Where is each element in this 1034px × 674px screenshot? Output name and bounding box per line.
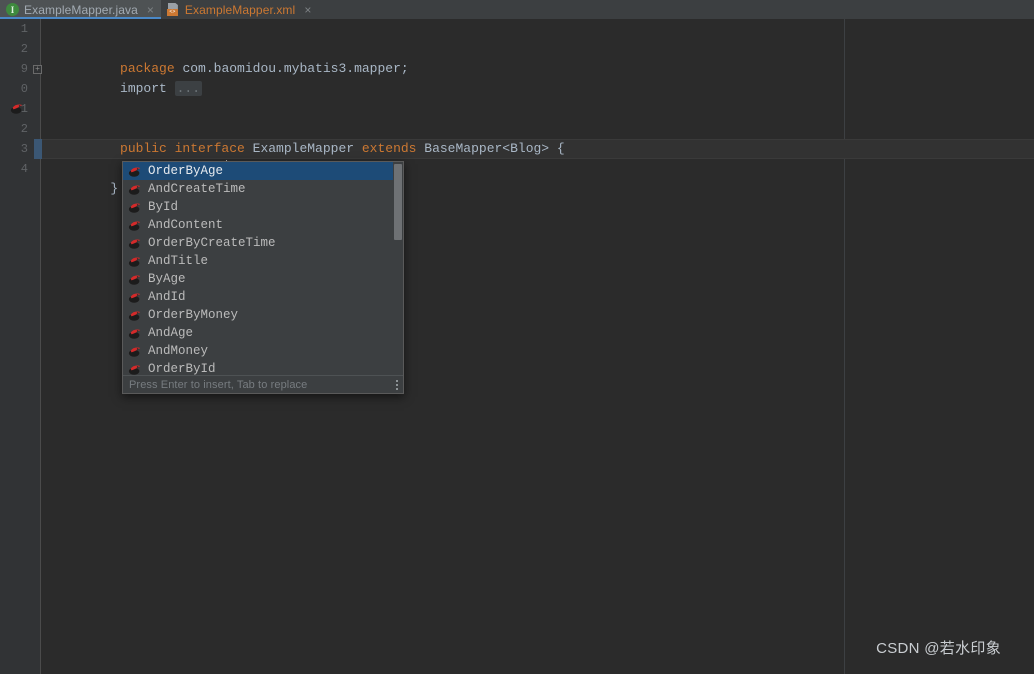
completion-item[interactable]: OrderByCreateTime xyxy=(123,234,395,252)
completion-item[interactable]: ById xyxy=(123,198,395,216)
changed-line-marker xyxy=(34,139,42,159)
completion-item-label: ById xyxy=(148,200,178,214)
mybatis-bird-icon xyxy=(128,345,142,358)
code-line: public interface ExampleMapper extends B… xyxy=(42,99,1034,119)
line-number: 2 xyxy=(0,39,28,59)
close-icon[interactable]: × xyxy=(147,4,154,16)
completion-item[interactable]: AndTitle xyxy=(123,252,395,270)
code-line: import ... xyxy=(42,39,1034,59)
tab-example-mapper-xml[interactable]: <> ExampleMapper.xml × xyxy=(161,0,318,19)
mybatis-bird-icon xyxy=(128,309,142,322)
completion-item-label: AndContent xyxy=(148,218,223,232)
line-number: 3 xyxy=(0,139,28,159)
completion-hint-text: Press Enter to insert, Tab to replace xyxy=(129,379,307,391)
mybatis-bird-icon xyxy=(128,291,142,304)
xml-file-icon: <> xyxy=(167,3,180,16)
java-interface-icon: I xyxy=(6,3,19,16)
code-line xyxy=(42,119,1034,139)
completion-item-label: AndMoney xyxy=(148,344,208,358)
mybatis-bird-icon xyxy=(128,219,142,232)
mybatis-bird-icon xyxy=(128,183,142,196)
completion-item-label: AndTitle xyxy=(148,254,208,268)
completion-item[interactable]: AndCreateTime xyxy=(123,180,395,198)
mybatis-bird-icon xyxy=(128,327,142,340)
tab-label: ExampleMapper.xml xyxy=(185,3,295,17)
ide-window: I ExampleMapper.java × <> ExampleMapper.… xyxy=(0,0,1034,674)
xml-badge-label: <> xyxy=(167,9,178,16)
completion-item[interactable]: AndMoney xyxy=(123,342,395,360)
completion-item[interactable]: OrderByAge xyxy=(123,162,395,180)
completion-item-label: AndAge xyxy=(148,326,193,340)
completion-list[interactable]: OrderByAge AndCreateTime ById AndContent xyxy=(123,162,395,376)
completion-footer: Press Enter to insert, Tab to replace xyxy=(123,375,404,393)
completion-item-label: OrderById xyxy=(148,362,216,376)
mybatis-bird-icon xyxy=(128,273,142,286)
completion-item[interactable]: OrderById xyxy=(123,360,395,376)
watermark-text: CSDN @若水印象 xyxy=(876,637,1001,658)
mybatis-bird-icon[interactable] xyxy=(10,102,26,116)
completion-item-label: OrderByAge xyxy=(148,164,223,178)
tab-label: ExampleMapper.java xyxy=(24,3,138,17)
completion-item[interactable]: AndId xyxy=(123,288,395,306)
completion-item-label: ByAge xyxy=(148,272,186,286)
completion-item[interactable]: AndAge xyxy=(123,324,395,342)
code-line xyxy=(42,59,1034,79)
code-line-current: selectTitle xyxy=(42,139,1034,159)
line-number: 2 xyxy=(0,119,28,139)
tab-example-mapper-java[interactable]: I ExampleMapper.java × xyxy=(0,0,161,19)
completion-item[interactable]: OrderByMoney xyxy=(123,306,395,324)
mybatis-bird-icon xyxy=(128,363,142,376)
completion-item-label: AndId xyxy=(148,290,186,304)
line-number: 0 xyxy=(0,79,28,99)
line-number: 9 xyxy=(0,59,28,79)
completion-item-label: OrderByCreateTime xyxy=(148,236,276,250)
completion-item-label: AndCreateTime xyxy=(148,182,246,196)
code-line: package com.baomidou.mybatis3.mapper; xyxy=(42,19,1034,39)
completion-scrollbar-thumb[interactable] xyxy=(394,164,402,240)
code-completion-popup[interactable]: OrderByAge AndCreateTime ById AndContent xyxy=(122,161,404,394)
kebab-menu-icon[interactable] xyxy=(396,380,398,390)
completion-item-label: OrderByMoney xyxy=(148,308,238,322)
editor-tab-bar: I ExampleMapper.java × <> ExampleMapper.… xyxy=(0,0,1034,19)
completion-scrollbar[interactable] xyxy=(393,162,403,376)
mybatis-bird-icon xyxy=(128,201,142,214)
code-editor[interactable]: 1 2 9 0 1 2 3 4 + package com.baomidou.m… xyxy=(0,19,1034,674)
code-line xyxy=(42,79,1034,99)
line-number: 1 xyxy=(0,19,28,39)
line-number: 4 xyxy=(0,159,28,179)
mybatis-bird-icon xyxy=(128,165,142,178)
mybatis-bird-icon xyxy=(128,255,142,268)
close-icon[interactable]: × xyxy=(304,4,311,16)
completion-item[interactable]: ByAge xyxy=(123,270,395,288)
mybatis-bird-icon xyxy=(128,237,142,250)
code-token-brace: } xyxy=(110,181,118,196)
code-fold-toggle[interactable]: + xyxy=(33,65,42,74)
completion-item[interactable]: AndContent xyxy=(123,216,395,234)
